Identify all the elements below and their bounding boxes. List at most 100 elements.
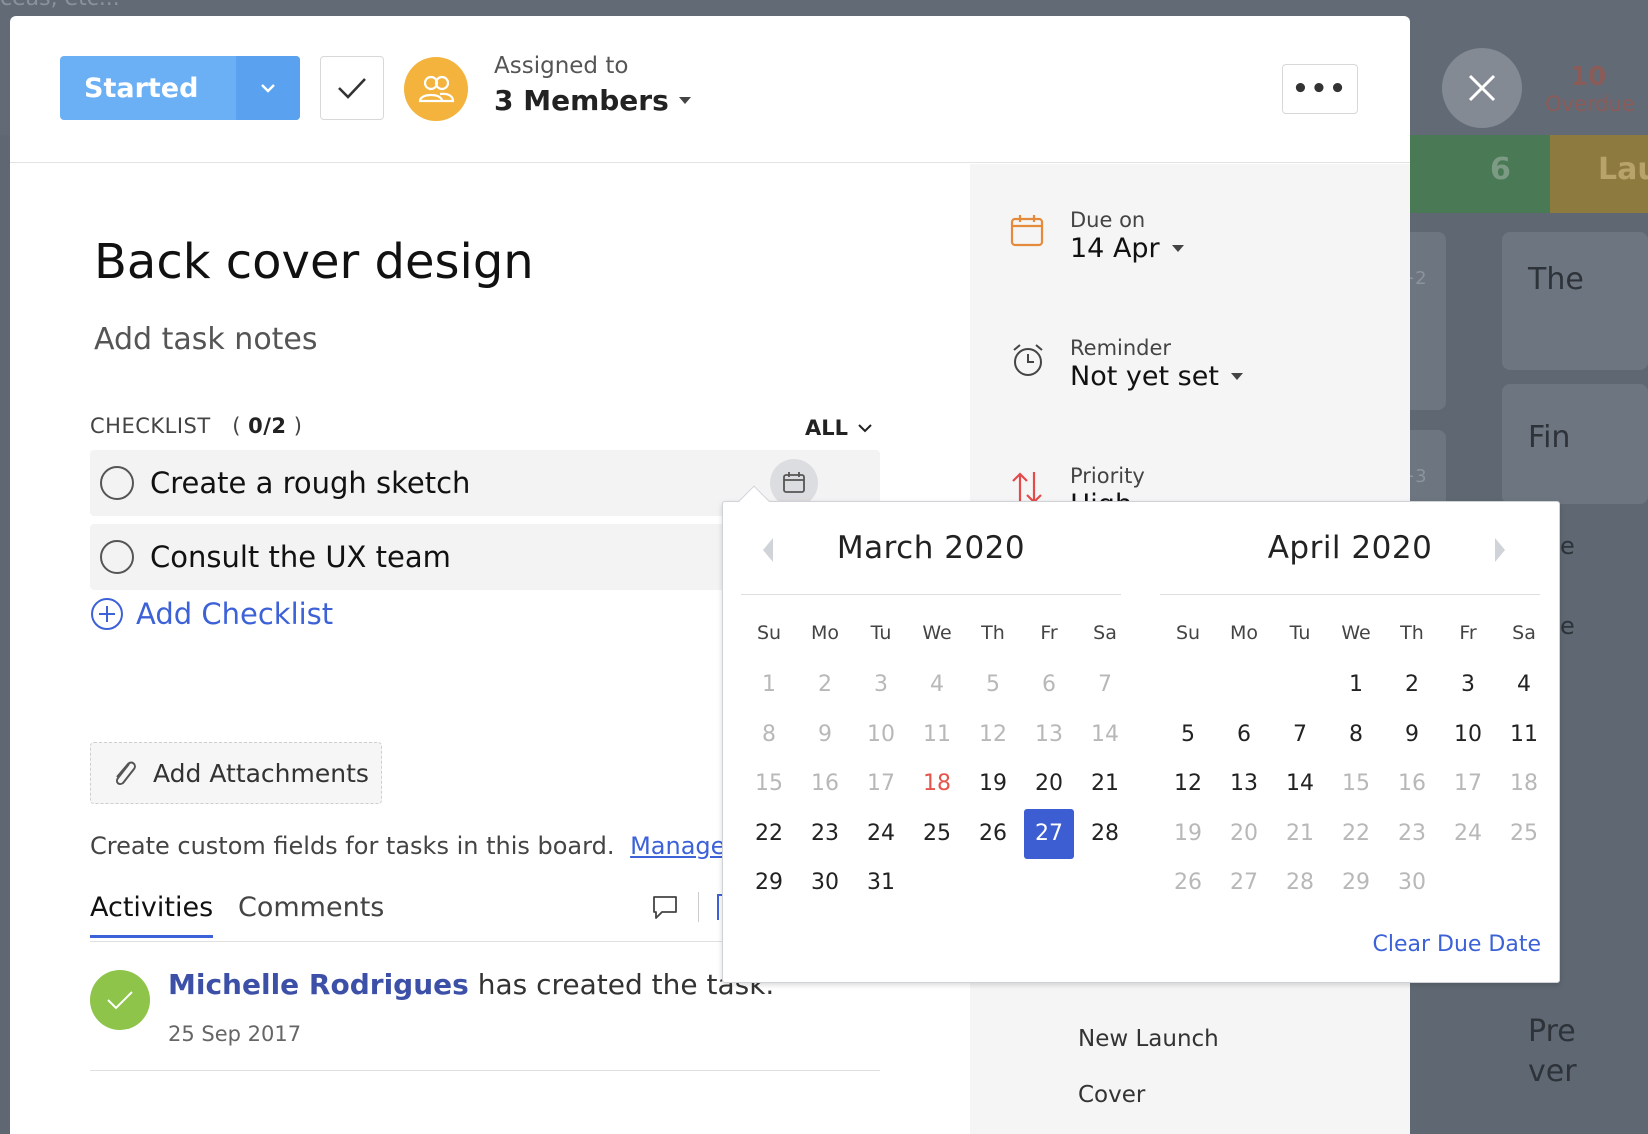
calendar-day[interactable]: 16 (1387, 759, 1437, 809)
calendar-day[interactable]: 25 (1499, 809, 1549, 859)
status-dropdown[interactable]: Started (60, 56, 300, 120)
close-button[interactable] (1442, 48, 1522, 128)
calendar-day[interactable]: 5 (1163, 710, 1213, 760)
card-title: Fin (1528, 420, 1571, 455)
calendar-day[interactable]: 27 (1219, 858, 1269, 908)
calendar-day[interactable]: 21 (1080, 759, 1130, 809)
calendar-day[interactable]: 29 (1331, 858, 1381, 908)
calendar-day[interactable]: 20 (1219, 809, 1269, 859)
category-value[interactable]: New Launch (1078, 1026, 1219, 1052)
calendar-day[interactable]: 15 (1331, 759, 1381, 809)
tab-activities[interactable]: Activities (90, 892, 214, 938)
calendar-day[interactable]: 24 (1443, 809, 1493, 859)
caret-down-icon (678, 97, 691, 104)
members-avatar[interactable] (404, 57, 468, 121)
calendar-day[interactable]: 20 (1024, 759, 1074, 809)
checklist-filter-dropdown[interactable]: ALL (805, 416, 872, 440)
calendar-day[interactable]: 13 (1219, 759, 1269, 809)
calendar-day[interactable]: 11 (912, 710, 962, 760)
calendar-day[interactable]: 28 (1275, 858, 1325, 908)
calendar-day[interactable]: 18 (912, 759, 962, 809)
calendar-icon (783, 472, 805, 493)
calendar-day[interactable]: 1 (744, 660, 794, 710)
reminder-value: Not yet set (1070, 361, 1219, 392)
calendar-day[interactable]: 14 (1275, 759, 1325, 809)
weekday-header: We (1341, 622, 1371, 644)
custom-fields-text: Create custom fields for tasks in this b… (90, 832, 615, 860)
calendar-day[interactable]: 14 (1080, 710, 1130, 760)
calendar-day[interactable]: 10 (1443, 710, 1493, 760)
checklist-item-checkbox[interactable] (100, 540, 134, 574)
calendar-day[interactable]: 5 (968, 660, 1018, 710)
manage-link[interactable]: Manage (630, 832, 725, 860)
checklist-item-checkbox[interactable] (100, 466, 134, 500)
add-checklist-button[interactable]: Add Checklist (90, 597, 333, 631)
calendar-day[interactable]: 26 (968, 809, 1018, 859)
calendar-day[interactable]: 13 (1024, 710, 1074, 760)
calendar-day[interactable]: 2 (800, 660, 850, 710)
calendar-day-selected[interactable]: 27 (1024, 808, 1074, 859)
task-notes-input[interactable]: Add task notes (94, 322, 318, 357)
calendar-day[interactable]: 25 (912, 809, 962, 859)
calendar-day[interactable]: 30 (1387, 858, 1437, 908)
mark-complete-button[interactable] (320, 56, 384, 120)
assigned-members-dropdown[interactable]: 3 Members (494, 84, 691, 117)
calendar-day[interactable]: 16 (800, 759, 850, 809)
calendar-day[interactable]: 6 (1024, 660, 1074, 710)
calendar-day[interactable]: 6 (1219, 710, 1269, 760)
calendar-day[interactable]: 15 (744, 759, 794, 809)
chevron-down-icon (261, 84, 275, 93)
calendar-day[interactable]: 4 (912, 660, 962, 710)
task-toolbar: Started Assigned to 3 Members ••• (10, 16, 1410, 163)
add-attachments-button[interactable]: Add Attachments (90, 742, 382, 804)
calendar-day[interactable]: 17 (856, 759, 906, 809)
calendar-day[interactable]: 7 (1275, 710, 1325, 760)
checklist-item-date-button[interactable] (770, 459, 818, 507)
more-options-button[interactable]: ••• (1282, 64, 1358, 114)
calendar-day[interactable]: 19 (1163, 809, 1213, 859)
calendar-day[interactable]: 28 (1080, 809, 1130, 859)
calendar-day[interactable]: 12 (1163, 759, 1213, 809)
status-caret-button[interactable] (236, 56, 300, 120)
category-value[interactable]: Cover (1078, 1082, 1145, 1108)
calendar-day[interactable]: 26 (1163, 858, 1213, 908)
calendar-day[interactable]: 7 (1080, 660, 1130, 710)
alarm-clock-icon (1013, 344, 1043, 376)
calendar-day[interactable]: 4 (1499, 660, 1549, 710)
calendar-day[interactable]: 23 (800, 809, 850, 859)
checklist-heading: CHECKLIST ( 0/2 ) (90, 414, 303, 438)
calendar-day[interactable]: 19 (968, 759, 1018, 809)
calendar-day[interactable]: 22 (1331, 809, 1381, 859)
calendar-day[interactable]: 10 (856, 710, 906, 760)
comment-icon[interactable] (650, 892, 680, 922)
paperclip-icon (115, 761, 136, 786)
calendar-day[interactable]: 3 (1443, 660, 1493, 710)
calendar-day[interactable]: 30 (800, 858, 850, 908)
due-date-label: Due on (1070, 208, 1146, 232)
task-title[interactable]: Back cover design (94, 234, 534, 290)
calendar-day[interactable]: 8 (1331, 710, 1381, 760)
calendar-day[interactable]: 2 (1387, 660, 1437, 710)
calendar-day[interactable]: 11 (1499, 710, 1549, 760)
calendar-day[interactable]: 3 (856, 660, 906, 710)
tab-comments[interactable]: Comments (238, 892, 384, 923)
calendar-day[interactable]: 22 (744, 809, 794, 859)
date-picker-popup: March 2020 Su Mo Tu We Th Fr Sa 1 2 3 4 5 6 7 8 9 10 11 12… (722, 485, 1560, 983)
calendar-day[interactable]: 31 (856, 858, 906, 908)
calendar-day[interactable]: 17 (1443, 759, 1493, 809)
calendar-day[interactable]: 12 (968, 710, 1018, 760)
calendar-day[interactable]: 9 (1387, 710, 1437, 760)
clear-due-date-button[interactable]: Clear Due Date (1372, 932, 1541, 957)
calendar-day[interactable]: 1 (1331, 660, 1381, 710)
activity-user-link[interactable]: Michelle Rodrigues (168, 968, 469, 1001)
plus-circle-icon (91, 598, 123, 630)
calendar-day[interactable]: 9 (800, 710, 850, 760)
calendar-day[interactable]: 8 (744, 710, 794, 760)
due-date-dropdown[interactable]: 14 Apr (1070, 233, 1184, 264)
calendar-day[interactable]: 18 (1499, 759, 1549, 809)
calendar-day[interactable]: 21 (1275, 809, 1325, 859)
calendar-day[interactable]: 29 (744, 858, 794, 908)
calendar-day[interactable]: 24 (856, 809, 906, 859)
reminder-dropdown[interactable]: Not yet set (1070, 361, 1243, 392)
calendar-day[interactable]: 23 (1387, 809, 1437, 859)
